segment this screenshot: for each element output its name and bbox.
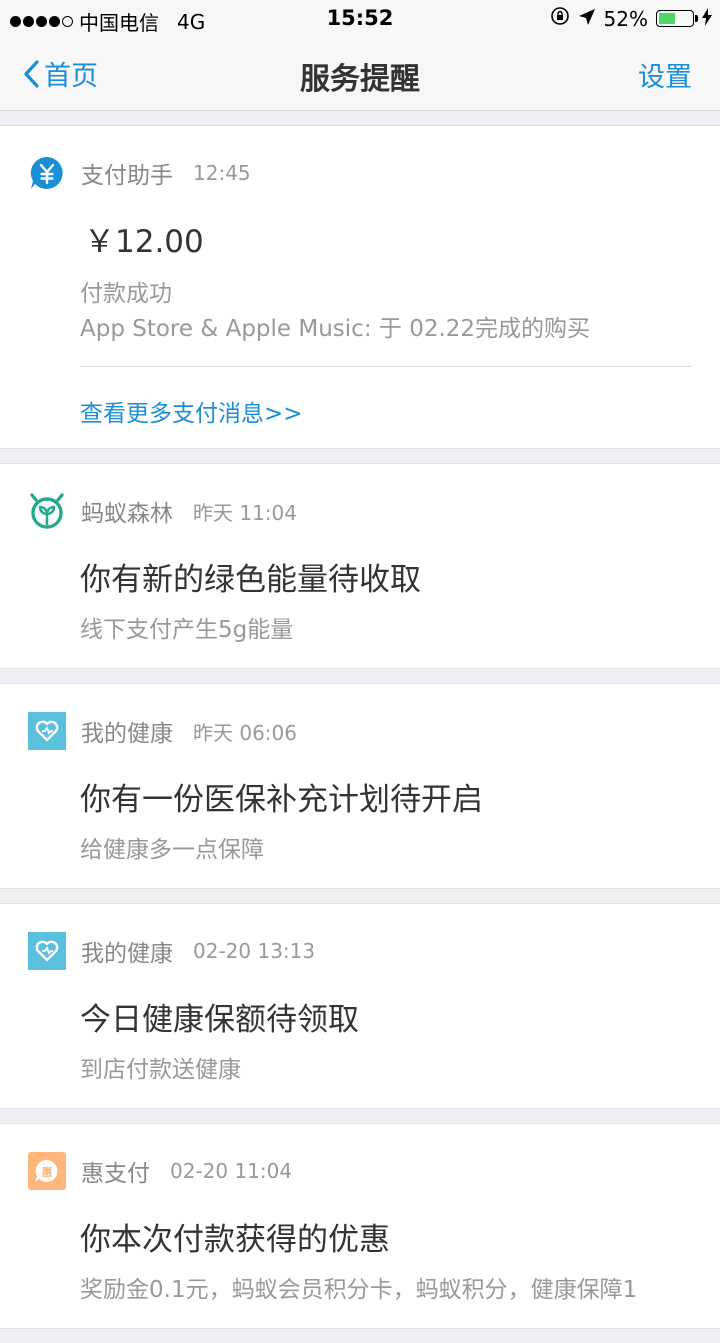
notification-card-health-1[interactable]: 我的健康 昨天 06:06 你有一份医保补充计划待开启 给健康多一点保障 — [0, 683, 720, 889]
battery-percent: 52% — [603, 6, 648, 31]
notification-list: 支付助手 12:45 ￥12.00 付款成功 App Store & Apple… — [0, 125, 720, 1343]
notification-card-forest[interactable]: 蚂蚁森林 昨天 11:04 你有新的绿色能量待收取 线下支付产生5g能量 — [0, 463, 720, 669]
app-name: 我的健康 — [81, 721, 173, 747]
notification-card-health-2[interactable]: 我的健康 02-20 13:13 今日健康保额待领取 到店付款送健康 — [0, 903, 720, 1109]
status-bar: 中国电信 4G 15:52 52% — [0, 0, 720, 38]
app-name: 我的健康 — [81, 941, 173, 967]
notification-subtitle: 线下支付产生5g能量 — [80, 617, 294, 643]
notification-card-payment[interactable]: 支付助手 12:45 ￥12.00 付款成功 App Store & Apple… — [0, 125, 720, 449]
heart-icon — [28, 712, 66, 750]
notification-subtitle: 奖励金0.1元，蚂蚁会员积分卡，蚂蚁积分，健康保障1 — [80, 1277, 638, 1303]
notification-time: 12:45 — [193, 161, 251, 185]
rotation-lock-icon — [550, 6, 570, 31]
battery-icon — [656, 10, 698, 27]
app-name: 支付助手 — [81, 163, 173, 189]
heart-icon — [28, 932, 66, 970]
notification-card-discount[interactable]: 惠 惠支付 02-20 11:04 你本次付款获得的优惠 奖励金0.1元，蚂蚁会… — [0, 1123, 720, 1329]
more-payment-messages-link[interactable]: 查看更多支付消息>> — [80, 394, 303, 428]
notification-subtitle: 到店付款送健康 — [80, 1057, 241, 1083]
divider — [80, 366, 692, 367]
payment-amount: ￥12.00 — [84, 224, 204, 260]
page-title: 服务提醒 — [300, 62, 420, 97]
notification-time: 昨天 06:06 — [193, 720, 297, 745]
notification-time: 昨天 11:04 — [193, 500, 297, 525]
discount-icon: 惠 — [28, 1152, 66, 1190]
svg-text:惠: 惠 — [42, 1165, 53, 1179]
notification-time: 02-20 13:13 — [193, 939, 316, 963]
app-name: 蚂蚁森林 — [81, 501, 173, 527]
yuan-icon — [28, 154, 66, 192]
location-arrow-icon — [578, 7, 596, 31]
notification-title: 你本次付款获得的优惠 — [80, 1222, 390, 1258]
payment-detail: App Store & Apple Music: 于 02.22完成的购买 — [80, 316, 591, 342]
notification-subtitle: 给健康多一点保障 — [80, 837, 264, 863]
charging-bolt-icon — [702, 7, 712, 31]
notification-time: 02-20 11:04 — [170, 1159, 293, 1183]
notification-title: 你有一份医保补充计划待开启 — [80, 782, 483, 818]
navigation-bar: 首页 服务提醒 设置 — [0, 38, 720, 111]
notification-title: 你有新的绿色能量待收取 — [80, 562, 421, 598]
settings-button[interactable]: 设置 — [638, 55, 692, 94]
sprout-icon — [28, 492, 66, 530]
payment-status: 付款成功 — [80, 281, 172, 307]
notification-title: 今日健康保额待领取 — [80, 1002, 359, 1038]
app-name: 惠支付 — [81, 1161, 150, 1187]
